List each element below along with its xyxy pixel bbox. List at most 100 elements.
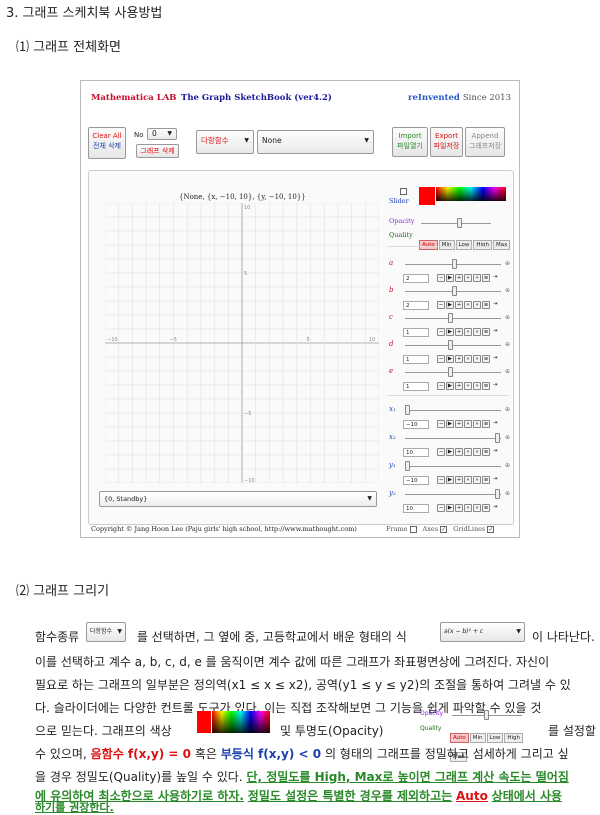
minus-icon[interactable]: − — [437, 448, 445, 456]
expand-icon[interactable]: ⊕ — [505, 314, 510, 321]
play-icon[interactable]: ▶ — [446, 448, 454, 456]
rewind-icon[interactable]: « — [464, 420, 472, 428]
rewind-icon[interactable]: « — [464, 476, 472, 484]
param-value-field[interactable]: 10 — [403, 448, 429, 457]
rewind-icon[interactable]: « — [464, 328, 472, 336]
plus-icon[interactable]: + — [455, 420, 463, 428]
quality-min-button[interactable]: Min — [438, 240, 455, 250]
animation-controls[interactable]: − ▶ + «» ≡ ⇥ — [437, 382, 500, 391]
play-icon[interactable]: ▶ — [446, 274, 454, 282]
param-value-field[interactable]: 1 — [403, 328, 429, 337]
animation-controls[interactable]: − ▶ + «» ≡ ⇥ — [437, 301, 500, 310]
play-icon[interactable]: ▶ — [446, 355, 454, 363]
param-value-field[interactable]: 1 — [403, 382, 429, 391]
param-value-field[interactable]: −10 — [403, 420, 429, 429]
minus-icon[interactable]: − — [437, 301, 445, 309]
slider-handle[interactable] — [448, 340, 454, 350]
animation-controls[interactable]: − ▶ + «» ≡ ⇥ — [437, 274, 500, 283]
slider-handle[interactable] — [451, 259, 457, 269]
function-type-select-inline[interactable]: 다항함수 ▼ — [86, 622, 126, 642]
quality-high-button[interactable]: High — [504, 733, 524, 743]
clear-all-button[interactable]: Clear All 전체 삭제 — [88, 127, 126, 159]
rewind-icon[interactable]: « — [464, 355, 472, 363]
minus-icon[interactable]: − — [437, 274, 445, 282]
color-spectrum[interactable] — [436, 187, 506, 201]
end-icon[interactable]: ⇥ — [491, 504, 499, 512]
menu-icon[interactable]: ≡ — [482, 355, 490, 363]
param-value-field[interactable]: −10 — [403, 476, 429, 485]
plus-icon[interactable]: + — [455, 274, 463, 282]
param-value-field[interactable]: 2 — [403, 274, 429, 283]
quality-min-button[interactable]: Min — [469, 733, 486, 743]
function-type-select[interactable]: 다항함수 ▼ — [196, 130, 254, 154]
quality-low-button[interactable]: Low — [486, 733, 504, 743]
animation-controls[interactable]: − ▶ + «» ≡ ⇥ — [437, 476, 500, 485]
expand-icon[interactable]: ⊕ — [505, 462, 510, 469]
rewind-icon[interactable]: « — [464, 448, 472, 456]
menu-icon[interactable]: ≡ — [482, 301, 490, 309]
forward-icon[interactable]: » — [473, 355, 481, 363]
minus-icon[interactable]: − — [437, 382, 445, 390]
quality-auto-button[interactable]: Auto — [450, 733, 469, 743]
expand-icon[interactable]: ⊕ — [505, 406, 510, 413]
slider-handle[interactable] — [405, 461, 410, 471]
slider-handle[interactable] — [448, 367, 454, 377]
end-icon[interactable]: ⇥ — [491, 382, 499, 390]
opacity-slider[interactable] — [457, 218, 462, 228]
end-icon[interactable]: ⇥ — [491, 301, 499, 309]
expand-icon[interactable]: ⊕ — [505, 368, 510, 375]
expand-icon[interactable]: ⊕ — [505, 434, 510, 441]
quality-auto-button[interactable]: Auto — [419, 240, 438, 250]
play-icon[interactable]: ▶ — [446, 301, 454, 309]
rewind-icon[interactable]: « — [464, 301, 472, 309]
minus-icon[interactable]: − — [437, 504, 445, 512]
plus-icon[interactable]: + — [455, 301, 463, 309]
plus-icon[interactable]: + — [455, 382, 463, 390]
plus-icon[interactable]: + — [455, 448, 463, 456]
slider-handle[interactable] — [495, 489, 500, 499]
end-icon[interactable]: ⇥ — [491, 328, 499, 336]
play-icon[interactable]: ▶ — [446, 476, 454, 484]
graph-number-select[interactable]: 0 ▼ — [147, 128, 177, 140]
slider-handle[interactable] — [451, 286, 457, 296]
expand-icon[interactable]: ⊕ — [505, 287, 510, 294]
slider-handle[interactable] — [448, 313, 454, 323]
play-icon[interactable]: ▶ — [446, 328, 454, 336]
end-icon[interactable]: ⇥ — [491, 448, 499, 456]
import-button[interactable]: Import 파일열기 — [392, 127, 428, 157]
color-swatch[interactable] — [419, 187, 435, 205]
forward-icon[interactable]: » — [473, 476, 481, 484]
gridlines-checkbox[interactable]: ✓ — [487, 525, 495, 533]
slider-handle[interactable] — [495, 433, 500, 443]
expand-icon[interactable]: ⊕ — [505, 260, 510, 267]
minus-icon[interactable]: − — [437, 420, 445, 428]
graph-plot[interactable]: −10 −5 5 10 10 5 −5 −10 — [105, 203, 379, 483]
rewind-icon[interactable]: « — [464, 382, 472, 390]
axes-checkbox[interactable]: ✓ — [440, 525, 448, 533]
play-icon[interactable]: ▶ — [446, 504, 454, 512]
forward-icon[interactable]: » — [473, 420, 481, 428]
animation-controls[interactable]: − ▶ + «» ≡ ⇥ — [437, 355, 500, 364]
play-icon[interactable]: ▶ — [446, 420, 454, 428]
slider-handle[interactable] — [405, 405, 410, 415]
menu-icon[interactable]: ≡ — [482, 328, 490, 336]
forward-icon[interactable]: » — [473, 448, 481, 456]
animation-controls[interactable]: − ▶ + «» ≡ ⇥ — [437, 328, 500, 337]
expression-select-inline[interactable]: a(x − b)² + c ▼ — [440, 622, 525, 642]
param-value-field[interactable]: 1 — [403, 355, 429, 364]
minus-icon[interactable]: − — [437, 328, 445, 336]
plus-icon[interactable]: + — [455, 328, 463, 336]
quality-high-button[interactable]: High — [473, 240, 493, 250]
quality-low-button[interactable]: Low — [455, 240, 473, 250]
slider-checkbox[interactable] — [400, 188, 407, 195]
end-icon[interactable]: ⇥ — [491, 420, 499, 428]
animation-controls[interactable]: − ▶ + «» ≡ ⇥ — [437, 504, 500, 513]
menu-icon[interactable]: ≡ — [482, 448, 490, 456]
delete-graph-button[interactable]: 그래프 삭제 — [136, 144, 179, 158]
rewind-icon[interactable]: « — [464, 504, 472, 512]
plus-icon[interactable]: + — [455, 476, 463, 484]
minus-icon[interactable]: − — [437, 476, 445, 484]
quality-max-button[interactable]: Max — [493, 240, 511, 250]
expand-icon[interactable]: ⊕ — [505, 341, 510, 348]
export-button[interactable]: Export 파일저장 — [430, 127, 463, 157]
